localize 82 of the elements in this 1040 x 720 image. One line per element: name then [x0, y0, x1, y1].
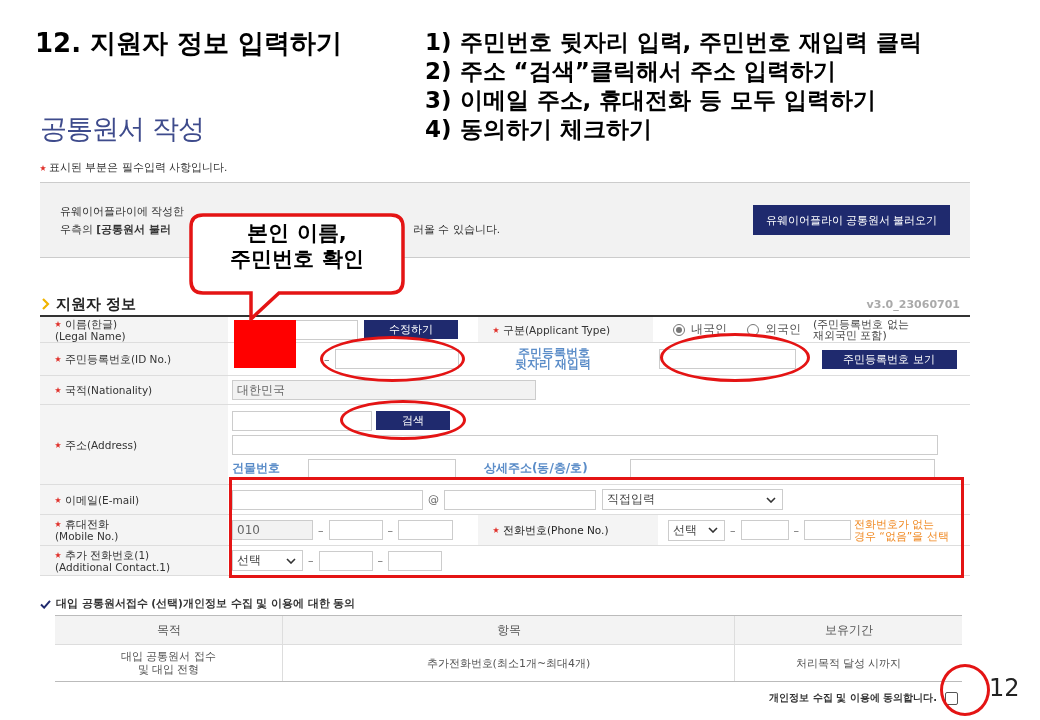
table-cell: 처리목적 달성 시까지: [734, 645, 962, 681]
column-header: 목적: [55, 616, 282, 644]
show-id-button[interactable]: 주민등록번호 보기: [821, 349, 957, 369]
dash-separator: –: [318, 523, 324, 537]
agree-checkbox[interactable]: [945, 691, 958, 705]
postcode-field[interactable]: [232, 410, 372, 431]
nationality-field[interactable]: 대한민국: [232, 380, 536, 400]
consent-title: 대입 공통원서접수 (선택)개인정보 수집 및 이용에 대한 동의: [56, 597, 356, 611]
field-label: 주민등록번호 뒷자리 재입력: [514, 348, 593, 370]
field-label: 이름(한글): [65, 317, 118, 330]
dash-separator: –: [387, 523, 393, 537]
column-header: 항목: [282, 616, 734, 644]
field-label: 주민등록번호(ID No.): [65, 353, 172, 365]
dash-separator: –: [377, 554, 383, 567]
id-confirm-field[interactable]: [658, 349, 796, 369]
field-sublabel: (Mobile No.): [55, 530, 120, 542]
address-field[interactable]: [232, 434, 938, 455]
table-cell: 추가전화번호(최소1개~최대4개): [282, 645, 734, 681]
email-field[interactable]: [232, 489, 423, 510]
info-text: 러올 수 있습니다.: [413, 222, 500, 237]
dash-separator: –: [730, 523, 736, 537]
field-label: 국적(Nationality): [65, 384, 153, 396]
checkmark-icon: [40, 599, 51, 609]
field-label: 전화번호(Phone No.): [503, 524, 609, 536]
chevron-down-icon: [286, 557, 296, 564]
info-text: 유웨이어플라이에 작성한: [60, 204, 186, 219]
dash-separator: –: [793, 523, 799, 537]
instruction-step: 4) 동의하기 체크하기: [425, 115, 923, 144]
dash-separator: –: [308, 554, 314, 567]
field-label: 건물번호: [232, 460, 281, 477]
radio-option[interactable]: 내국인: [673, 321, 727, 338]
mobile-prefix-field[interactable]: 010: [232, 520, 313, 540]
radio-option[interactable]: 외국인: [747, 321, 801, 338]
info-text: 우측의 [공통원서 불러: [60, 222, 171, 237]
mobile-number-field[interactable]: [328, 520, 383, 540]
search-button[interactable]: 검색: [376, 411, 450, 430]
redaction-block: [234, 320, 296, 368]
version-label: v3.0_23060701: [866, 297, 960, 311]
field-label: 추가 전화번호(1): [65, 548, 150, 561]
name-field[interactable]: [294, 319, 358, 340]
agree-label: 개인정보 수집 및 이용에 동의합니다.: [769, 691, 937, 705]
required-icon: [40, 165, 46, 171]
dash-separator: –: [324, 352, 330, 366]
callout-text: 본인 이름, 주민번호 확인: [229, 220, 365, 272]
email-domain-field[interactable]: [444, 489, 596, 510]
address-detail-field[interactable]: [630, 458, 935, 479]
field-sublabel: (Legal Name): [55, 329, 127, 342]
chevron-down-icon: [708, 527, 718, 533]
column-header: 보유기간: [734, 616, 962, 644]
instruction-step: 2) 주소 “검색”클릭해서 주소 입력하기: [425, 57, 923, 86]
required-note: 표시된 부분은 필수입력 사항입니다.: [49, 161, 228, 175]
instruction-step: 3) 이메일 주소, 휴대전화 등 모두 입력하기: [425, 86, 923, 115]
building-number-field[interactable]: [308, 458, 456, 479]
at-sign: @: [428, 493, 439, 506]
mobile-number-field[interactable]: [398, 520, 453, 540]
hint-text: 전화번호가 없는 경우 “없음”을 선택: [854, 518, 949, 542]
load-application-button[interactable]: 유웨이어플라이 공통원서 불러오기: [753, 205, 950, 235]
field-label: 구분(Applicant Type): [503, 323, 610, 336]
domain-select[interactable]: 직접입력: [602, 489, 783, 510]
phone-number-field[interactable]: [804, 520, 851, 540]
section-title: 지원자 정보: [56, 294, 137, 314]
field-label: 주소(Address): [65, 438, 137, 451]
field-sublabel: (Additional Contact.1): [55, 560, 172, 573]
field-label: 상세주소(동/층/호): [484, 460, 589, 477]
phone-number-field[interactable]: [388, 550, 442, 571]
field-label: 휴대전화: [65, 518, 109, 530]
id-number-field[interactable]: [334, 349, 459, 369]
table-cell-text: 대입 공통원서 접수 및 대입 전형: [120, 649, 217, 678]
highlight-ellipse: [940, 664, 990, 716]
field-label: 이메일(E-mail): [65, 493, 140, 506]
chevron-down-icon: [766, 496, 776, 503]
hint-text: (주민등록번호 없는 재외국민 포함): [813, 318, 909, 341]
phone-number-field[interactable]: [740, 520, 789, 540]
area-code-select[interactable]: 선택: [232, 550, 303, 571]
slide-title: 12. 지원자 정보 입력하기: [35, 27, 344, 60]
page-number: 12: [989, 674, 1020, 702]
form-title: 공통원서 작성: [40, 112, 205, 146]
chevron-right-icon: [42, 298, 50, 310]
area-code-select[interactable]: 선택: [668, 519, 725, 541]
edit-button[interactable]: 수정하기: [364, 320, 458, 339]
instruction-step: 1) 주민번호 뒷자리 입력, 주민번호 재입력 클릭: [425, 28, 923, 57]
phone-number-field[interactable]: [318, 550, 373, 571]
